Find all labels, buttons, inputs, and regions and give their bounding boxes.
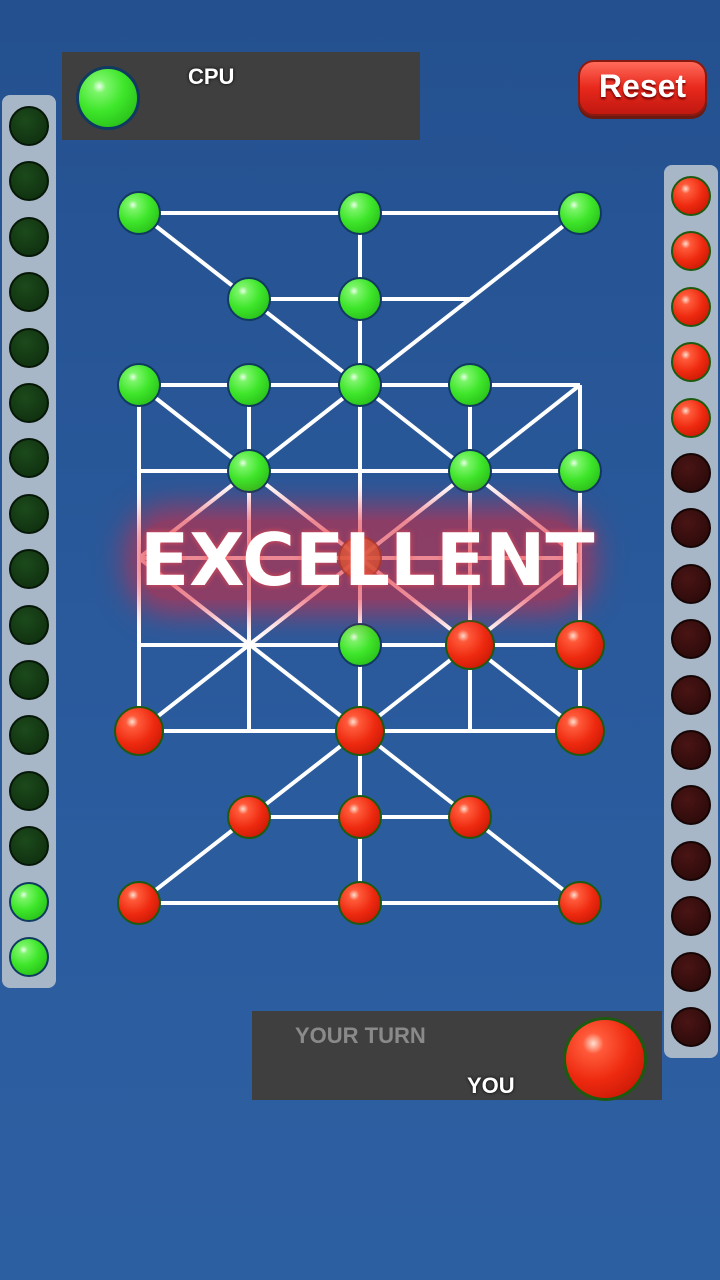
green-piece[interactable] — [338, 191, 382, 235]
cpu-player-panel: CPU — [62, 52, 420, 140]
red-piece[interactable] — [338, 795, 382, 839]
green-piece[interactable] — [227, 449, 271, 493]
green-piece[interactable] — [338, 277, 382, 321]
empty-capture-slot — [671, 840, 711, 881]
empty-capture-slot — [9, 549, 49, 590]
red-piece[interactable] — [558, 881, 602, 925]
empty-capture-slot — [671, 951, 711, 992]
empty-capture-slot — [9, 327, 49, 368]
empty-capture-slot — [9, 272, 49, 313]
green-piece[interactable] — [558, 191, 602, 235]
empty-capture-slot — [9, 106, 49, 146]
cpu-label: CPU — [188, 64, 235, 89]
empty-capture-slot — [671, 1007, 711, 1047]
player-label: YOU — [467, 1073, 515, 1098]
captured-piece — [671, 286, 711, 327]
captured-piece — [671, 342, 711, 383]
green-piece[interactable] — [338, 363, 382, 407]
empty-capture-slot — [9, 770, 49, 811]
empty-capture-slot — [9, 216, 49, 257]
empty-capture-slot — [9, 660, 49, 700]
empty-capture-slot — [671, 674, 711, 715]
empty-capture-slot — [9, 493, 49, 534]
green-piece[interactable] — [448, 449, 492, 493]
red-piece[interactable] — [555, 620, 605, 670]
empty-capture-slot — [671, 563, 711, 604]
green-piece[interactable] — [448, 363, 492, 407]
empty-capture-slot — [671, 453, 711, 493]
captured-piece — [9, 937, 49, 977]
empty-capture-slot — [9, 604, 49, 645]
excellent-banner: EXCELLENT — [140, 518, 595, 602]
red-piece[interactable] — [555, 706, 605, 756]
red-piece[interactable] — [114, 706, 164, 756]
cpu-piece-icon — [76, 66, 140, 130]
green-piece[interactable] — [227, 277, 271, 321]
green-piece[interactable] — [117, 363, 161, 407]
red-piece[interactable] — [445, 620, 495, 670]
turn-status: YOUR TURN — [295, 1023, 426, 1048]
red-piece[interactable] — [448, 795, 492, 839]
red-piece[interactable] — [338, 881, 382, 925]
green-piece[interactable] — [338, 623, 382, 667]
empty-capture-slot — [9, 383, 49, 423]
green-piece[interactable] — [227, 363, 271, 407]
player-turn-panel: YOUR TURN YOU — [252, 1011, 662, 1101]
captured-piece — [671, 397, 711, 438]
empty-capture-slot — [9, 826, 49, 867]
empty-capture-slot — [671, 619, 711, 660]
red-piece[interactable] — [227, 795, 271, 839]
empty-capture-slot — [671, 730, 711, 770]
reset-button[interactable]: Reset — [578, 60, 707, 116]
green-piece[interactable] — [117, 191, 161, 235]
green-piece[interactable] — [558, 449, 602, 493]
captured-piece — [9, 881, 49, 922]
red-piece[interactable] — [117, 881, 161, 925]
player-piece-icon — [563, 1017, 647, 1101]
red-piece[interactable] — [335, 706, 385, 756]
captured-piece — [671, 176, 711, 216]
empty-capture-slot — [671, 896, 711, 937]
